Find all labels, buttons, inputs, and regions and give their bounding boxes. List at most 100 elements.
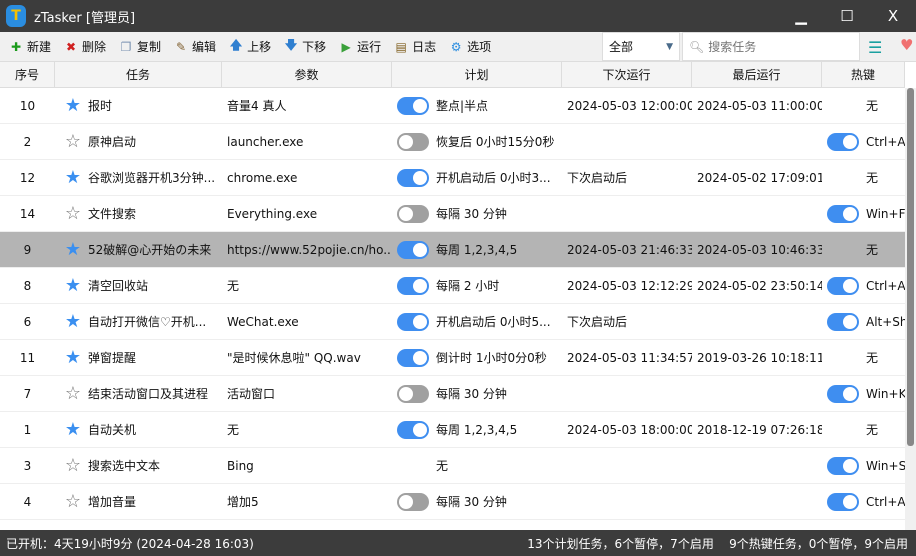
task-param: 音量4 真人 bbox=[227, 99, 287, 113]
toolbar-button-label: 运行 bbox=[357, 40, 382, 54]
hotkey-text: Win+F bbox=[866, 206, 905, 221]
column-header[interactable]: 最后运行 bbox=[692, 62, 822, 87]
column-header[interactable]: 计划 bbox=[392, 62, 562, 87]
star-icon[interactable]: ★ bbox=[63, 95, 83, 116]
star-icon[interactable]: ★ bbox=[63, 275, 83, 296]
hotkey-text: Ctrl+Al bbox=[866, 494, 905, 509]
hotkey-toggle[interactable] bbox=[827, 456, 859, 475]
schedule-toggle[interactable] bbox=[397, 240, 429, 259]
toolbar-button[interactable]: 🡅 上移 bbox=[228, 36, 271, 57]
search-box[interactable]: 🔍︎ bbox=[682, 32, 860, 61]
toolbar-button[interactable]: ⚙ 选项 bbox=[448, 38, 491, 55]
table-row[interactable]: 3 ☆ 搜索选中文本 Bing 无 Win+S bbox=[0, 448, 905, 484]
task-name: 结束活动窗口及其进程 bbox=[88, 387, 209, 401]
table-row[interactable]: 11 ★ 弹窗提醒 "是时候休息啦" QQ.wav 倒计时 1小时0分0秒 202… bbox=[0, 340, 905, 376]
star-icon[interactable]: ★ bbox=[63, 347, 83, 368]
schedule-text: 每周 1,2,3,4,5 bbox=[436, 243, 518, 257]
table-row[interactable]: 12 ★ 谷歌浏览器开机3分钟... chrome.exe 开机启动后 0小时3.… bbox=[0, 160, 905, 196]
table-row[interactable]: 14 ☆ 文件搜索 Everything.exe 每隔 30 分钟 Win+F bbox=[0, 196, 905, 232]
star-icon[interactable]: ★ bbox=[63, 239, 83, 260]
column-header[interactable]: 任务 bbox=[55, 62, 222, 87]
edit-icon: ✎ bbox=[176, 39, 187, 54]
delete-icon: ✖ bbox=[65, 39, 77, 54]
hotkey-toggle[interactable] bbox=[827, 276, 859, 295]
hotkey-toggle[interactable] bbox=[827, 132, 859, 151]
last-run: 2024-05-03 10:46:33 bbox=[697, 242, 822, 257]
table-row[interactable]: 1 ★ 自动关机 无 每周 1,2,3,4,5 2024-05-03 18:00:… bbox=[0, 412, 905, 448]
schedule-toggle[interactable] bbox=[397, 276, 429, 295]
star-icon[interactable]: ☆ bbox=[63, 491, 83, 512]
table-row[interactable]: 8 ★ 清空回收站 无 每隔 2 小时 2024-05-03 12:12:29 2… bbox=[0, 268, 905, 304]
schedule-toggle[interactable] bbox=[397, 204, 429, 223]
task-param: 无 bbox=[227, 279, 240, 293]
table-row[interactable]: 6 ★ 自动打开微信♡开机... WeChat.exe 开机启动后 0小时5...… bbox=[0, 304, 905, 340]
row-id: 1 bbox=[23, 422, 32, 437]
column-header[interactable]: 下次运行 bbox=[562, 62, 692, 87]
toolbar-button-label: 编辑 bbox=[192, 40, 217, 54]
toolbar-button-label: 上移 bbox=[247, 40, 272, 54]
table-row[interactable]: 9 ★ 52破解@心开始の未来 https://www.52pojie.cn/ho… bbox=[0, 232, 905, 268]
toolbar-button[interactable]: ▶ 运行 bbox=[338, 38, 381, 55]
hotkey-toggle[interactable] bbox=[827, 492, 859, 511]
last-run: 2024-05-02 23:50:14 bbox=[697, 278, 822, 293]
table-row[interactable]: 7 ☆ 结束活动窗口及其进程 活动窗口 每隔 30 分钟 Win+K bbox=[0, 376, 905, 412]
task-name: 原神启动 bbox=[88, 135, 137, 149]
search-input[interactable] bbox=[708, 39, 849, 54]
scrollbar-thumb[interactable] bbox=[907, 88, 914, 446]
star-icon[interactable]: ★ bbox=[63, 167, 83, 188]
star-icon[interactable]: ☆ bbox=[63, 203, 83, 224]
toolbar-button-label: 新建 bbox=[27, 40, 52, 54]
task-param: chrome.exe bbox=[227, 170, 298, 185]
row-id: 9 bbox=[23, 242, 32, 257]
schedule-toggle[interactable] bbox=[397, 96, 429, 115]
close-button[interactable]: X bbox=[870, 0, 916, 32]
star-icon[interactable]: ☆ bbox=[63, 383, 83, 404]
hotkey-toggle[interactable] bbox=[827, 312, 859, 331]
schedule-text: 每周 1,2,3,4,5 bbox=[436, 423, 518, 437]
filter-dropdown[interactable]: 全部 ▼ bbox=[602, 32, 680, 61]
star-icon[interactable]: ★ bbox=[63, 311, 83, 332]
search-icon: 🔍︎ bbox=[689, 39, 705, 54]
toolbar-button[interactable]: ✚ 新建 bbox=[8, 38, 51, 55]
list-view-icon[interactable]: ☰ bbox=[868, 38, 882, 57]
table-row[interactable]: 10 ★ 报时 音量4 真人 整点|半点 2024-05-03 12:00:00 … bbox=[0, 88, 905, 124]
hotkey-text: 无 bbox=[866, 243, 879, 257]
schedule-text: 每隔 2 小时 bbox=[436, 279, 500, 293]
schedule-toggle[interactable] bbox=[397, 132, 429, 151]
next-run: 2024-05-03 12:00:00 bbox=[567, 98, 692, 113]
vertical-scrollbar[interactable] bbox=[905, 88, 916, 530]
toolbar-button[interactable]: ✖ 删除 bbox=[63, 38, 106, 55]
task-param: "是时候休息啦" QQ.wav bbox=[227, 351, 361, 365]
hotkey-text: Alt+Shi bbox=[866, 314, 905, 329]
row-id: 2 bbox=[23, 134, 32, 149]
task-name: 自动打开微信♡开机... bbox=[88, 315, 207, 329]
task-name: 增加音量 bbox=[88, 495, 137, 509]
schedule-toggle[interactable] bbox=[397, 492, 429, 511]
star-icon[interactable]: ☆ bbox=[63, 455, 83, 476]
row-id: 3 bbox=[23, 458, 32, 473]
toolbar-button[interactable]: ✎ 编辑 bbox=[173, 38, 216, 55]
schedule-toggle[interactable] bbox=[397, 312, 429, 331]
table-row[interactable]: 2 ☆ 原神启动 launcher.exe 恢复后 0小时15分0秒 Ctrl+A… bbox=[0, 124, 905, 160]
column-header[interactable]: 序号 bbox=[0, 62, 55, 87]
column-header[interactable]: 参数 bbox=[222, 62, 392, 87]
minimize-button[interactable]: ▁ bbox=[778, 0, 824, 32]
maximize-button[interactable]: ☐ bbox=[824, 0, 870, 32]
row-id: 11 bbox=[19, 350, 36, 365]
next-run: 下次启动后 bbox=[567, 171, 628, 185]
hotkey-toggle[interactable] bbox=[827, 204, 859, 223]
table-row[interactable]: 4 ☆ 增加音量 增加5 每隔 30 分钟 Ctrl+Al bbox=[0, 484, 905, 520]
star-icon[interactable]: ☆ bbox=[63, 131, 83, 152]
hotkey-toggle[interactable] bbox=[827, 384, 859, 403]
schedule-toggle[interactable] bbox=[397, 420, 429, 439]
toolbar-button[interactable]: ▤ 日志 bbox=[393, 38, 436, 55]
schedule-toggle[interactable] bbox=[397, 168, 429, 187]
toolbar-button[interactable]: ❐ 复制 bbox=[118, 38, 161, 55]
last-run: 2024-05-02 17:09:01 bbox=[697, 170, 822, 185]
toolbar-button[interactable]: 🡇 下移 bbox=[283, 36, 326, 57]
schedule-toggle[interactable] bbox=[397, 348, 429, 367]
star-icon[interactable]: ★ bbox=[63, 419, 83, 440]
heart-icon[interactable]: ♥ bbox=[900, 36, 913, 54]
schedule-toggle[interactable] bbox=[397, 384, 429, 403]
column-header[interactable]: 热键 bbox=[822, 62, 905, 87]
